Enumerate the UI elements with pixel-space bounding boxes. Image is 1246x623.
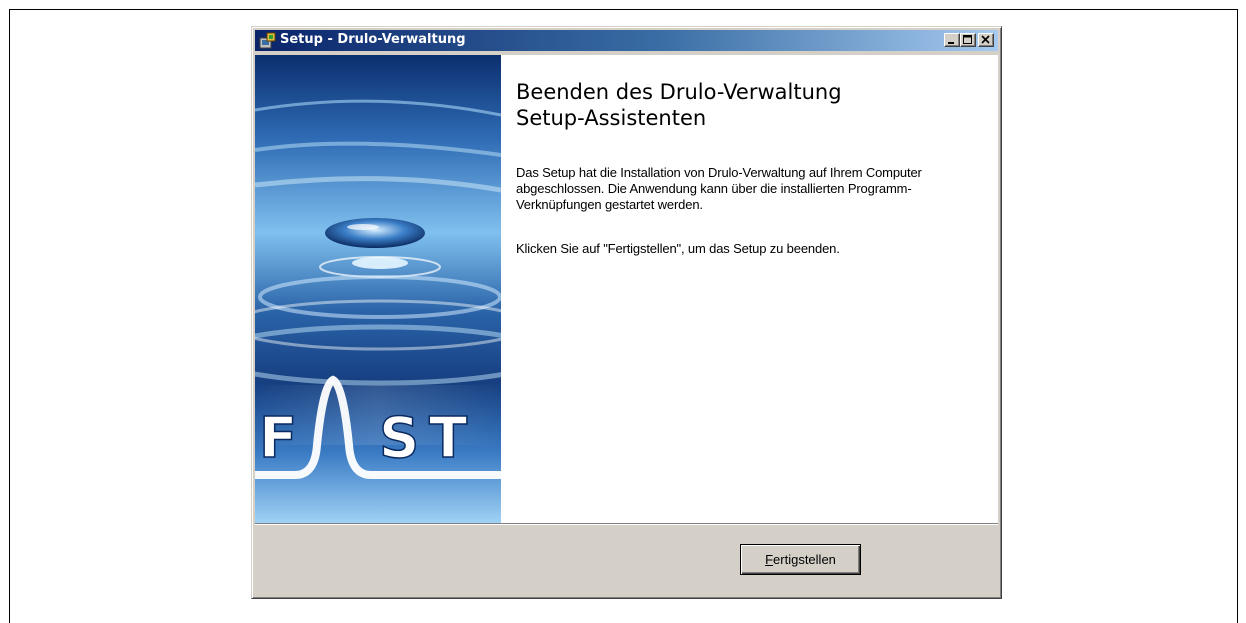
maximize-button[interactable] xyxy=(960,33,976,47)
window-title: Setup - Drulo-Verwaltung xyxy=(280,32,466,47)
minimize-icon xyxy=(948,42,954,44)
footer-separator xyxy=(255,523,998,525)
maximize-icon xyxy=(963,35,972,44)
wizard-heading: Beenden des Drulo-Verwaltung Setup-Assis… xyxy=(516,79,976,131)
minimize-button[interactable] xyxy=(944,33,960,47)
svg-text:T: T xyxy=(429,406,467,471)
wizard-content: F S T Beenden des Drulo-Verwaltung Setup… xyxy=(255,55,998,523)
close-icon xyxy=(981,35,990,44)
svg-text:F: F xyxy=(259,406,297,471)
title-bar[interactable]: Setup - Drulo-Verwaltung xyxy=(255,30,998,51)
heading-line-1: Beenden des Drulo-Verwaltung xyxy=(516,80,842,104)
finish-instruction: Klicken Sie auf "Fertigstellen", um das … xyxy=(516,241,840,256)
completion-message: Das Setup hat die Installation von Drulo… xyxy=(516,165,922,212)
finish-label: ertigstellen xyxy=(773,552,836,567)
finish-button[interactable]: Fertigstellen xyxy=(740,544,861,575)
water-drop-banner: F S T xyxy=(255,55,501,523)
setup-window: Setup - Drulo-Verwaltung F S T Beenden d… xyxy=(251,26,1002,599)
finish-hotkey: F xyxy=(765,552,774,567)
heading-line-2: Setup-Assistenten xyxy=(516,106,707,130)
svg-text:S: S xyxy=(379,406,419,471)
installer-icon xyxy=(259,32,276,49)
close-button[interactable] xyxy=(978,33,994,47)
